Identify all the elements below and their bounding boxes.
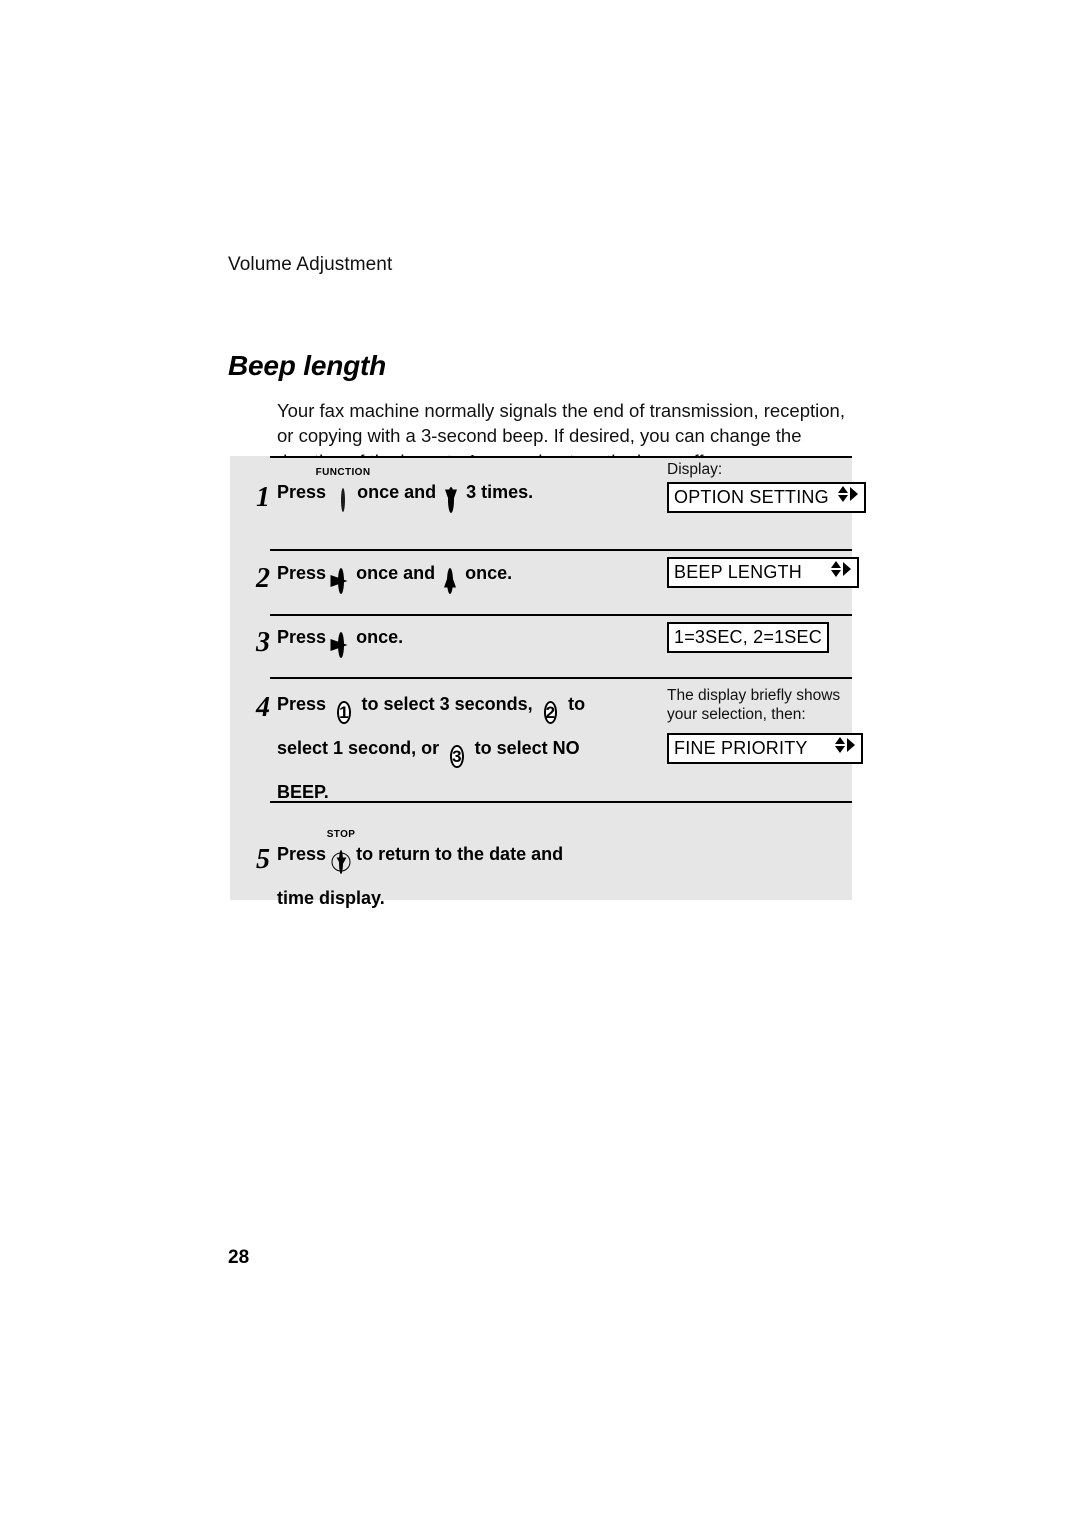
press-label: Press: [277, 482, 327, 502]
stop-key-cap-label: STOP: [326, 829, 356, 840]
step-instruction: Press STOP to return to the date and tim…: [277, 829, 564, 916]
step1-tail-text: 3 times.: [466, 482, 534, 502]
procedure-panel: 1 Press FUNCTION once and 3 times. Displ…: [230, 456, 867, 908]
procedure-step-1: 1 Press FUNCTION once and 3 times. Displ…: [230, 456, 867, 524]
step4-text-after-1: to select 3 seconds,: [361, 694, 533, 714]
step-instruction: Press once and once.: [277, 555, 512, 599]
press-label: Press: [277, 694, 327, 714]
step-instruction: Press once.: [277, 619, 403, 663]
down-arrow-key-circle: [445, 487, 458, 513]
step1-mid-text: once and: [357, 482, 437, 502]
right-arrow-key-icon[interactable]: [330, 563, 348, 599]
step3-tail-text: once.: [356, 627, 404, 647]
lcd-text: 1=3SEC, 2=1SEC: [674, 627, 822, 647]
press-label: Press: [277, 844, 327, 864]
round-blank-key-icon[interactable]: FUNCTION: [316, 467, 370, 518]
lcd-text: BEEP LENGTH: [674, 562, 802, 582]
step-number: 4: [256, 692, 270, 723]
step5-tail-text: to return to the date and: [356, 844, 564, 864]
procedure-step-2: 2 Press once and once. BEEP LENGTH: [230, 549, 860, 614]
keypad-key-2-circle: 2: [543, 701, 558, 724]
keypad-key-3-icon[interactable]: 3: [450, 738, 464, 774]
running-head: Volume Adjustment: [228, 254, 393, 275]
page-number: 28: [228, 1247, 250, 1268]
display-column: The display briefly shows your selection…: [667, 686, 864, 764]
step5-line2: time display.: [277, 888, 385, 908]
lcd-text: OPTION SETTING: [674, 487, 829, 507]
step-divider: [270, 801, 852, 803]
display-column: Display: OPTION SETTING: [667, 460, 867, 513]
step4-line2-lead: select 1 second, or: [277, 738, 440, 758]
display-caption: Display:: [667, 461, 723, 478]
display-column: BEEP LENGTH: [667, 557, 860, 588]
step-number: 2: [256, 563, 270, 594]
page-title: Beep length: [228, 349, 387, 381]
step-number: 5: [256, 844, 270, 875]
up-down-right-arrows-icon: [837, 484, 859, 513]
up-down-right-arrows-icon: [830, 559, 852, 588]
procedure-step-5: 5 Press STOP to return to the date and t…: [230, 801, 852, 908]
down-arrow-key-icon[interactable]: [445, 482, 458, 518]
lcd-display: FINE PRIORITY: [667, 733, 864, 764]
function-key-circle: [341, 488, 346, 512]
right-arrow-key-icon[interactable]: [330, 627, 348, 663]
right-triangle-icon: [330, 575, 348, 587]
press-label: Press: [277, 627, 327, 647]
right-arrow-key-circle: [330, 632, 348, 658]
lcd-display: OPTION SETTING: [667, 482, 867, 513]
keypad-key-1-icon[interactable]: 1: [337, 694, 351, 730]
step-number: 1: [256, 482, 270, 513]
step2-mid-text: once and: [356, 563, 436, 583]
lcd-text: FINE PRIORITY: [674, 738, 808, 758]
keypad-key-2-icon[interactable]: 2: [543, 694, 558, 730]
keypad-key-3-circle: 3: [450, 745, 464, 768]
press-label: Press: [277, 563, 327, 583]
up-triangle-icon: [444, 570, 457, 588]
step-instruction: Press 1 to select 3 seconds, 2 to select…: [277, 686, 585, 810]
step-divider: [270, 677, 852, 679]
lcd-display: BEEP LENGTH: [667, 557, 860, 588]
step-number: 3: [256, 627, 270, 658]
stop-key-icon[interactable]: STOP: [327, 829, 355, 880]
display-column: 1=3SEC, 2=1SEC: [667, 622, 852, 653]
step4-text-after-2: to: [568, 694, 586, 714]
lcd-display: 1=3SEC, 2=1SEC: [667, 622, 829, 653]
right-arrow-key-circle: [330, 568, 348, 594]
right-triangle-icon: [330, 639, 348, 651]
up-down-right-arrows-icon: [834, 735, 856, 764]
procedure-step-4: 4 Press 1 to select 3 seconds, 2 to sele…: [230, 677, 864, 802]
stop-key-inner-circle: [331, 852, 351, 872]
keypad-key-1-circle: 1: [337, 701, 351, 724]
function-key-cap-label: FUNCTION: [315, 467, 371, 478]
up-arrow-key-icon[interactable]: [444, 563, 457, 599]
stop-key-oval: [331, 850, 351, 874]
step-instruction: Press FUNCTION once and 3 times.: [277, 467, 534, 518]
step2-tail-text: once.: [465, 563, 513, 583]
down-triangle-icon: [445, 489, 458, 507]
display-caption: The display briefly shows your selection…: [667, 687, 841, 723]
step-divider: [270, 456, 852, 458]
up-arrow-key-circle: [444, 568, 457, 594]
step4-text-after-3: to select NO: [474, 738, 580, 758]
step-divider: [270, 614, 852, 616]
step-divider: [270, 549, 852, 551]
procedure-step-3: 3 Press once. 1=3SEC, 2=1SEC: [230, 614, 852, 677]
